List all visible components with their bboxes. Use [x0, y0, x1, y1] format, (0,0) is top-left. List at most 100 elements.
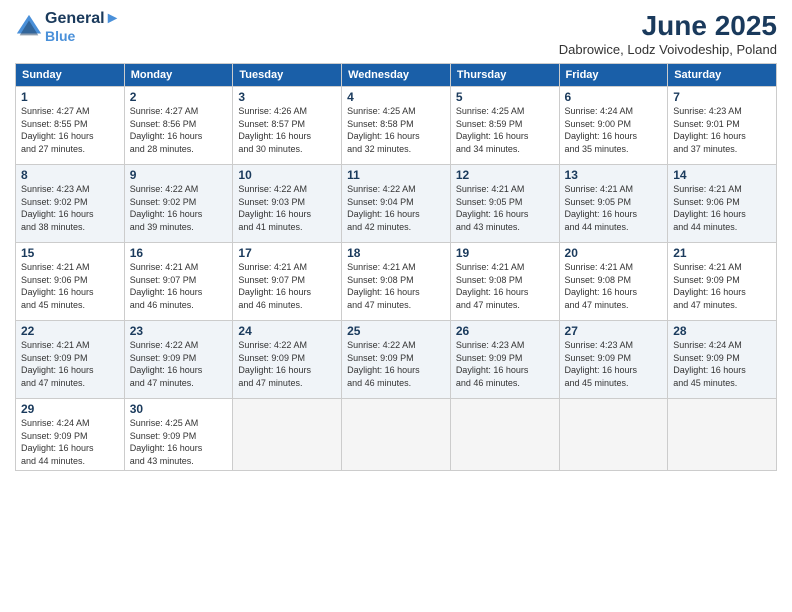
page: General► Blue June 2025 Dabrowice, Lodz … [0, 0, 792, 612]
day-info: Sunrise: 4:23 AM Sunset: 9:02 PM Dayligh… [21, 183, 119, 233]
day-number: 22 [21, 324, 119, 338]
logo: General► Blue [15, 10, 120, 44]
calendar-cell: 3Sunrise: 4:26 AM Sunset: 8:57 PM Daylig… [233, 87, 342, 165]
day-info: Sunrise: 4:21 AM Sunset: 9:06 PM Dayligh… [673, 183, 771, 233]
day-info: Sunrise: 4:21 AM Sunset: 9:05 PM Dayligh… [456, 183, 554, 233]
day-number: 24 [238, 324, 336, 338]
calendar-cell: 20Sunrise: 4:21 AM Sunset: 9:08 PM Dayli… [559, 243, 668, 321]
day-number: 4 [347, 90, 445, 104]
calendar-week-2: 8Sunrise: 4:23 AM Sunset: 9:02 PM Daylig… [16, 165, 777, 243]
calendar-cell: 11Sunrise: 4:22 AM Sunset: 9:04 PM Dayli… [342, 165, 451, 243]
day-info: Sunrise: 4:22 AM Sunset: 9:09 PM Dayligh… [130, 339, 228, 389]
day-info: Sunrise: 4:21 AM Sunset: 9:08 PM Dayligh… [347, 261, 445, 311]
day-info: Sunrise: 4:27 AM Sunset: 8:55 PM Dayligh… [21, 105, 119, 155]
calendar-cell: 1Sunrise: 4:27 AM Sunset: 8:55 PM Daylig… [16, 87, 125, 165]
day-number: 14 [673, 168, 771, 182]
calendar-cell: 26Sunrise: 4:23 AM Sunset: 9:09 PM Dayli… [450, 321, 559, 399]
calendar-cell [559, 399, 668, 471]
day-number: 7 [673, 90, 771, 104]
day-number: 17 [238, 246, 336, 260]
day-number: 2 [130, 90, 228, 104]
day-number: 20 [565, 246, 663, 260]
day-number: 3 [238, 90, 336, 104]
day-info: Sunrise: 4:23 AM Sunset: 9:01 PM Dayligh… [673, 105, 771, 155]
day-info: Sunrise: 4:21 AM Sunset: 9:08 PM Dayligh… [565, 261, 663, 311]
calendar-header-row: Sunday Monday Tuesday Wednesday Thursday… [16, 64, 777, 87]
day-number: 13 [565, 168, 663, 182]
day-number: 21 [673, 246, 771, 260]
calendar-week-3: 15Sunrise: 4:21 AM Sunset: 9:06 PM Dayli… [16, 243, 777, 321]
title-block: June 2025 Dabrowice, Lodz Voivodeship, P… [559, 10, 777, 57]
day-info: Sunrise: 4:22 AM Sunset: 9:03 PM Dayligh… [238, 183, 336, 233]
day-info: Sunrise: 4:24 AM Sunset: 9:09 PM Dayligh… [673, 339, 771, 389]
day-number: 26 [456, 324, 554, 338]
logo-text: General► Blue [45, 10, 120, 44]
calendar-cell: 18Sunrise: 4:21 AM Sunset: 9:08 PM Dayli… [342, 243, 451, 321]
col-thursday: Thursday [450, 64, 559, 87]
calendar-cell: 10Sunrise: 4:22 AM Sunset: 9:03 PM Dayli… [233, 165, 342, 243]
day-info: Sunrise: 4:21 AM Sunset: 9:08 PM Dayligh… [456, 261, 554, 311]
calendar-cell: 28Sunrise: 4:24 AM Sunset: 9:09 PM Dayli… [668, 321, 777, 399]
calendar-cell: 17Sunrise: 4:21 AM Sunset: 9:07 PM Dayli… [233, 243, 342, 321]
calendar-cell: 27Sunrise: 4:23 AM Sunset: 9:09 PM Dayli… [559, 321, 668, 399]
col-wednesday: Wednesday [342, 64, 451, 87]
day-info: Sunrise: 4:21 AM Sunset: 9:09 PM Dayligh… [673, 261, 771, 311]
day-number: 29 [21, 402, 119, 416]
day-number: 1 [21, 90, 119, 104]
col-sunday: Sunday [16, 64, 125, 87]
header: General► Blue June 2025 Dabrowice, Lodz … [15, 10, 777, 57]
day-number: 11 [347, 168, 445, 182]
calendar-cell [342, 399, 451, 471]
logo-icon [15, 13, 43, 41]
col-monday: Monday [124, 64, 233, 87]
day-info: Sunrise: 4:25 AM Sunset: 8:59 PM Dayligh… [456, 105, 554, 155]
calendar-cell: 12Sunrise: 4:21 AM Sunset: 9:05 PM Dayli… [450, 165, 559, 243]
month-title: June 2025 [559, 10, 777, 42]
day-number: 19 [456, 246, 554, 260]
day-info: Sunrise: 4:24 AM Sunset: 9:00 PM Dayligh… [565, 105, 663, 155]
calendar-cell: 7Sunrise: 4:23 AM Sunset: 9:01 PM Daylig… [668, 87, 777, 165]
day-info: Sunrise: 4:22 AM Sunset: 9:09 PM Dayligh… [347, 339, 445, 389]
day-info: Sunrise: 4:21 AM Sunset: 9:06 PM Dayligh… [21, 261, 119, 311]
calendar-cell: 2Sunrise: 4:27 AM Sunset: 8:56 PM Daylig… [124, 87, 233, 165]
day-info: Sunrise: 4:22 AM Sunset: 9:04 PM Dayligh… [347, 183, 445, 233]
calendar-week-4: 22Sunrise: 4:21 AM Sunset: 9:09 PM Dayli… [16, 321, 777, 399]
day-number: 8 [21, 168, 119, 182]
calendar-cell: 5Sunrise: 4:25 AM Sunset: 8:59 PM Daylig… [450, 87, 559, 165]
day-info: Sunrise: 4:26 AM Sunset: 8:57 PM Dayligh… [238, 105, 336, 155]
day-number: 12 [456, 168, 554, 182]
calendar-cell: 6Sunrise: 4:24 AM Sunset: 9:00 PM Daylig… [559, 87, 668, 165]
location: Dabrowice, Lodz Voivodeship, Poland [559, 42, 777, 57]
calendar-cell: 29Sunrise: 4:24 AM Sunset: 9:09 PM Dayli… [16, 399, 125, 471]
col-tuesday: Tuesday [233, 64, 342, 87]
col-saturday: Saturday [668, 64, 777, 87]
day-info: Sunrise: 4:22 AM Sunset: 9:02 PM Dayligh… [130, 183, 228, 233]
day-info: Sunrise: 4:21 AM Sunset: 9:09 PM Dayligh… [21, 339, 119, 389]
calendar-cell: 21Sunrise: 4:21 AM Sunset: 9:09 PM Dayli… [668, 243, 777, 321]
day-number: 15 [21, 246, 119, 260]
day-info: Sunrise: 4:25 AM Sunset: 9:09 PM Dayligh… [130, 417, 228, 467]
calendar-cell: 14Sunrise: 4:21 AM Sunset: 9:06 PM Dayli… [668, 165, 777, 243]
calendar-cell: 30Sunrise: 4:25 AM Sunset: 9:09 PM Dayli… [124, 399, 233, 471]
day-info: Sunrise: 4:23 AM Sunset: 9:09 PM Dayligh… [565, 339, 663, 389]
day-number: 9 [130, 168, 228, 182]
day-info: Sunrise: 4:23 AM Sunset: 9:09 PM Dayligh… [456, 339, 554, 389]
calendar-cell: 9Sunrise: 4:22 AM Sunset: 9:02 PM Daylig… [124, 165, 233, 243]
calendar-cell: 23Sunrise: 4:22 AM Sunset: 9:09 PM Dayli… [124, 321, 233, 399]
day-number: 30 [130, 402, 228, 416]
calendar-cell: 24Sunrise: 4:22 AM Sunset: 9:09 PM Dayli… [233, 321, 342, 399]
calendar-cell [233, 399, 342, 471]
day-info: Sunrise: 4:27 AM Sunset: 8:56 PM Dayligh… [130, 105, 228, 155]
calendar-cell: 16Sunrise: 4:21 AM Sunset: 9:07 PM Dayli… [124, 243, 233, 321]
day-number: 6 [565, 90, 663, 104]
day-info: Sunrise: 4:21 AM Sunset: 9:05 PM Dayligh… [565, 183, 663, 233]
calendar-cell [668, 399, 777, 471]
calendar-cell: 8Sunrise: 4:23 AM Sunset: 9:02 PM Daylig… [16, 165, 125, 243]
calendar-cell [450, 399, 559, 471]
day-number: 18 [347, 246, 445, 260]
day-info: Sunrise: 4:21 AM Sunset: 9:07 PM Dayligh… [130, 261, 228, 311]
day-number: 23 [130, 324, 228, 338]
calendar-cell: 4Sunrise: 4:25 AM Sunset: 8:58 PM Daylig… [342, 87, 451, 165]
day-number: 5 [456, 90, 554, 104]
calendar-week-1: 1Sunrise: 4:27 AM Sunset: 8:55 PM Daylig… [16, 87, 777, 165]
